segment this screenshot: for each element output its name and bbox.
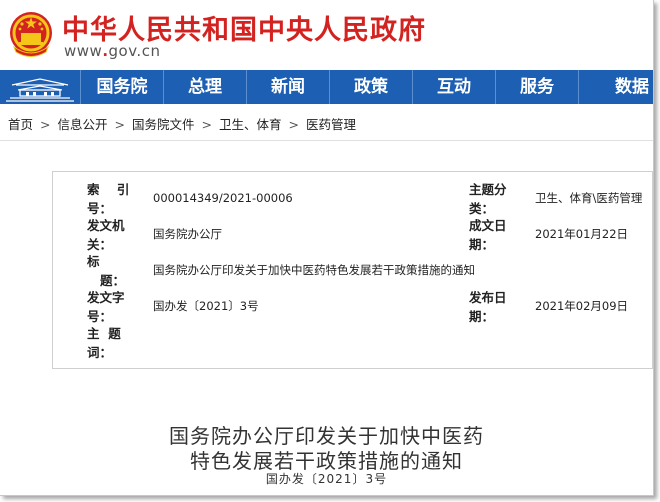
nav-item-premier[interactable]: 总理	[164, 70, 246, 104]
nav-item-policies[interactable]: 政策	[330, 70, 412, 104]
keywords-label: 主 题 词：	[87, 326, 121, 360]
document-number-value: 国办发〔2021〕3号	[153, 299, 259, 313]
index-number-label: 索 引 号：	[87, 182, 130, 216]
publish-date-label: 发布日 期：	[469, 290, 507, 324]
chevron-right-icon: >	[288, 117, 299, 132]
chevron-right-icon: >	[114, 117, 125, 132]
issuing-authority-value: 国务院办公厅	[153, 227, 222, 241]
breadcrumb-info-disclosure[interactable]: 信息公开	[58, 117, 108, 132]
tiananmen-logo-icon[interactable]	[0, 70, 80, 104]
title-label: 标 题：	[87, 254, 126, 288]
breadcrumb-state-council-documents[interactable]: 国务院文件	[132, 117, 195, 132]
site-header: 中华人民共和国中央人民政府 www.gov.cn	[0, 0, 653, 68]
written-date-value: 2021年01月22日	[535, 227, 629, 241]
document-number-label: 发文字 号：	[87, 290, 125, 324]
national-emblem-icon[interactable]	[8, 9, 54, 59]
breadcrumb-health-sports[interactable]: 卫生、体育	[219, 117, 282, 132]
site-url[interactable]: www.gov.cn	[64, 42, 160, 60]
chevron-right-icon: >	[201, 117, 212, 132]
written-date-label: 成文日 期：	[469, 218, 507, 252]
document-info-table: 索 引 号： 000014349/2021-00006 发文机 关： 国务院办公…	[52, 171, 653, 369]
breadcrumb-home[interactable]: 首页	[8, 117, 33, 132]
site-url-prefix: www	[64, 42, 103, 60]
nav-item-data[interactable]: 数据	[579, 70, 653, 104]
topic-category-value: 卫生、体育\医药管理	[535, 191, 643, 205]
main-nav: 国务院 总理 新闻 政策 互动 服务 数据	[0, 70, 653, 104]
publish-date-value: 2021年02月09日	[535, 299, 629, 313]
nav-item-interaction[interactable]: 互动	[413, 70, 495, 104]
chevron-right-icon: >	[40, 117, 51, 132]
nav-item-services[interactable]: 服务	[496, 70, 578, 104]
topic-category-label: 主题分 类：	[469, 182, 507, 216]
index-number-value: 000014349/2021-00006	[153, 191, 293, 205]
title-value: 国务院办公厅印发关于加快中医药特色发展若干政策措施的通知	[153, 263, 475, 277]
breadcrumb-divider	[0, 140, 653, 141]
nav-item-state-council[interactable]: 国务院	[81, 70, 163, 104]
issuing-authority-label: 发文机 关：	[87, 218, 125, 252]
browser-page: 中华人民共和国中央人民政府 www.gov.cn 国务院 总理 新闻 政策 互动…	[0, 0, 654, 496]
site-url-domain: gov.cn	[108, 42, 161, 60]
document-number: 国办发〔2021〕3号	[265, 472, 388, 486]
breadcrumb: 首页 > 信息公开 > 国务院文件 > 卫生、体育 > 医药管理	[8, 114, 356, 133]
nav-item-news[interactable]: 新闻	[247, 70, 329, 104]
breadcrumb-medicine-management[interactable]: 医药管理	[306, 117, 356, 132]
